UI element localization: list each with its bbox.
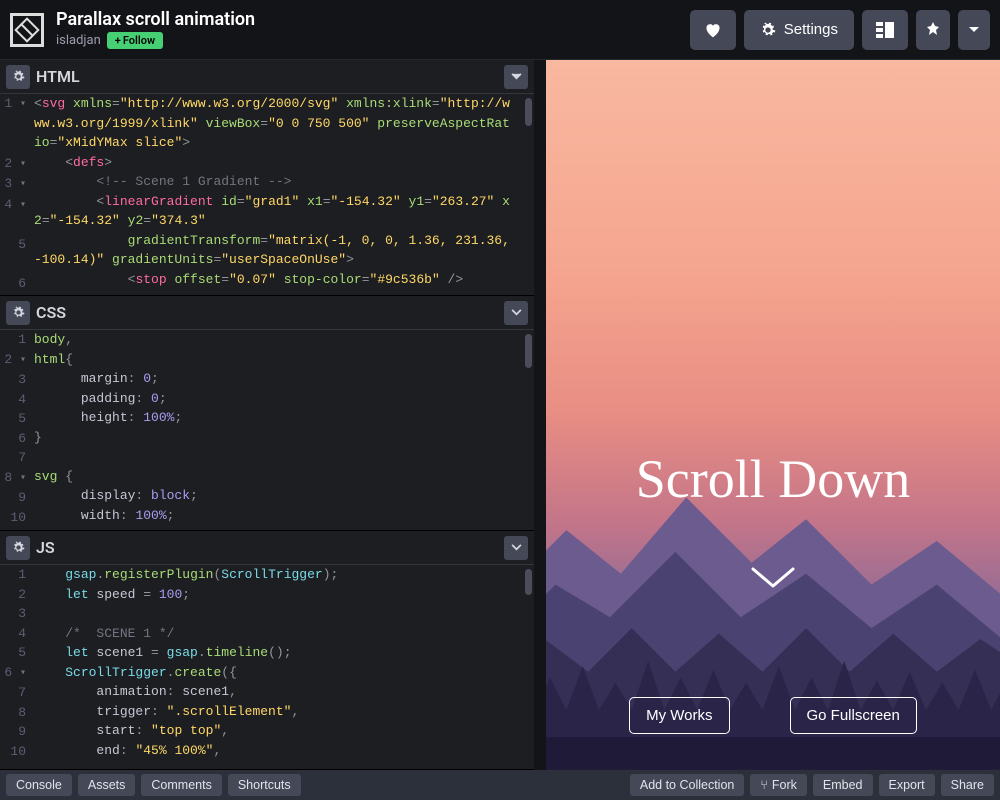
pin-icon: [926, 22, 940, 38]
fork-button[interactable]: ⑂Fork: [750, 774, 807, 796]
html-settings-button[interactable]: [6, 65, 30, 89]
scrollbar-thumb[interactable]: [525, 569, 532, 595]
follow-button[interactable]: + Follow: [107, 32, 163, 49]
css-editor: CSS 12 ▾345678 ▾910 body, html{ margin: …: [0, 296, 534, 531]
js-settings-button[interactable]: [6, 536, 30, 560]
html-dropdown-button[interactable]: [504, 65, 528, 89]
scroll-down-text: Scroll Down: [636, 448, 910, 510]
assets-button[interactable]: Assets: [78, 774, 136, 796]
js-gutter: 123456 ▾78910: [0, 565, 34, 769]
html-code[interactable]: <svg xmlns="http://www.w3.org/2000/svg" …: [34, 94, 534, 295]
chevron-down-icon: [511, 309, 522, 316]
console-button[interactable]: Console: [6, 774, 72, 796]
shortcuts-button[interactable]: Shortcuts: [228, 774, 301, 796]
author-name[interactable]: isladjan: [56, 33, 101, 48]
gear-icon: [760, 22, 776, 38]
html-editor: HTML 1 ▾ 2 ▾3 ▾4 ▾ 5 6 <svg xmlns="http:…: [0, 60, 534, 296]
header: Parallax scroll animation isladjan + Fol…: [0, 0, 1000, 60]
preview-pane: Scroll Down My Works Go Fullscreen: [546, 60, 1000, 770]
js-editor: JS 123456 ▾78910 gsap.registerPlugin(Scr…: [0, 531, 534, 770]
embed-button[interactable]: Embed: [813, 774, 873, 796]
share-button[interactable]: Share: [941, 774, 994, 796]
pen-title: Parallax scroll animation: [56, 10, 255, 30]
main: HTML 1 ▾ 2 ▾3 ▾4 ▾ 5 6 <svg xmlns="http:…: [0, 60, 1000, 770]
add-to-collection-button[interactable]: Add to Collection: [630, 774, 745, 796]
css-settings-button[interactable]: [6, 301, 30, 325]
fork-icon: ⑂: [760, 778, 768, 792]
like-button[interactable]: [690, 10, 736, 50]
heart-icon: [704, 22, 722, 38]
scrollbar-thumb[interactable]: [525, 334, 532, 368]
scroll-chevron-icon: [748, 564, 798, 596]
pin-button[interactable]: [916, 10, 950, 50]
css-gutter: 12 ▾345678 ▾910: [0, 330, 34, 530]
html-code-area[interactable]: 1 ▾ 2 ▾3 ▾4 ▾ 5 6 <svg xmlns="http://www…: [0, 94, 534, 295]
css-code[interactable]: body, html{ margin: 0; padding: 0; heigh…: [34, 330, 534, 530]
css-editor-header: CSS: [0, 296, 534, 330]
html-editor-title: HTML: [36, 67, 80, 86]
codepen-logo[interactable]: [10, 13, 44, 47]
settings-button[interactable]: Settings: [744, 10, 854, 50]
title-block: Parallax scroll animation isladjan + Fol…: [56, 10, 255, 49]
layout-button[interactable]: [862, 10, 908, 50]
css-code-area[interactable]: 12 ▾345678 ▾910 body, html{ margin: 0; p…: [0, 330, 534, 530]
preview-buttons: My Works Go Fullscreen: [546, 697, 1000, 734]
js-code[interactable]: gsap.registerPlugin(ScrollTrigger); let …: [34, 565, 534, 769]
js-editor-header: JS: [0, 531, 534, 565]
chevron-down-icon: [511, 73, 522, 80]
html-gutter: 1 ▾ 2 ▾3 ▾4 ▾ 5 6: [0, 94, 34, 295]
css-dropdown-button[interactable]: [504, 301, 528, 325]
footer: Console Assets Comments Shortcuts Add to…: [0, 770, 1000, 800]
my-works-button[interactable]: My Works: [629, 697, 729, 734]
editors-column: HTML 1 ▾ 2 ▾3 ▾4 ▾ 5 6 <svg xmlns="http:…: [0, 60, 534, 770]
js-dropdown-button[interactable]: [504, 536, 528, 560]
export-button[interactable]: Export: [879, 774, 935, 796]
gear-icon: [12, 306, 25, 319]
js-code-area[interactable]: 123456 ▾78910 gsap.registerPlugin(Scroll…: [0, 565, 534, 769]
gear-icon: [12, 541, 25, 554]
css-editor-title: CSS: [36, 303, 66, 322]
html-editor-header: HTML: [0, 60, 534, 94]
go-fullscreen-button[interactable]: Go Fullscreen: [790, 697, 917, 734]
chevron-down-icon: [511, 544, 522, 551]
js-editor-title: JS: [36, 538, 55, 557]
scrollbar-thumb[interactable]: [525, 98, 532, 126]
comments-button[interactable]: Comments: [141, 774, 221, 796]
header-dropdown-button[interactable]: [958, 10, 990, 50]
gear-icon: [12, 70, 25, 83]
chevron-down-icon: [968, 26, 980, 34]
layout-icon: [876, 22, 894, 38]
